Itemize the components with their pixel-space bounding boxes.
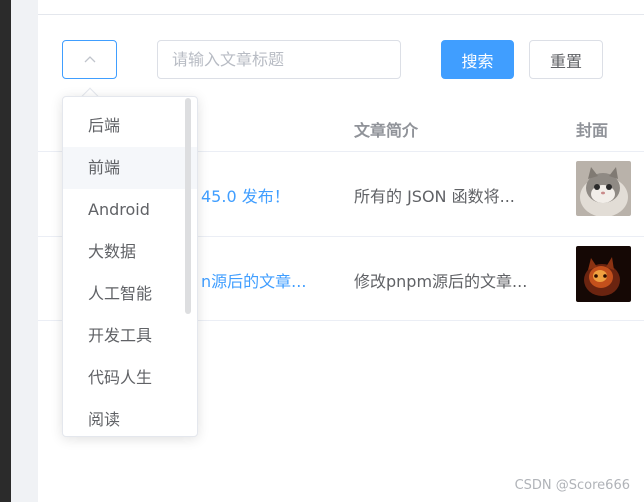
cover-image — [576, 246, 631, 302]
dropdown-option[interactable]: 大数据 — [63, 231, 197, 273]
dropdown-option[interactable]: 代码人生 — [63, 357, 197, 399]
article-title-link[interactable]: 45.0 发布！ — [201, 183, 290, 207]
fire-cat-photo-icon — [576, 246, 631, 302]
article-title-link[interactable]: n源后的文章... — [201, 268, 306, 292]
reset-button[interactable]: 重置 — [529, 40, 603, 79]
column-header-intro: 文章简介 — [354, 121, 419, 140]
dropdown-option[interactable]: 后端 — [63, 105, 197, 147]
top-divider — [38, 14, 644, 15]
content-gutter — [11, 0, 38, 502]
dropdown-option[interactable]: 前端 — [63, 147, 197, 189]
left-dark-strip — [0, 0, 11, 502]
dropdown-option[interactable]: 阅读 — [63, 399, 197, 436]
category-dropdown: 后端 前端 Android 大数据 人工智能 开发工具 代码人生 阅读 — [62, 96, 198, 437]
search-button[interactable]: 搜索 — [441, 40, 514, 79]
category-select[interactable] — [62, 40, 117, 79]
chevron-up-icon — [84, 56, 96, 63]
article-intro: 修改pnpm源后的文章... — [354, 272, 528, 291]
cat-photo-icon — [576, 161, 631, 216]
dropdown-option[interactable]: 人工智能 — [63, 273, 197, 315]
dropdown-option[interactable]: Android — [63, 189, 197, 231]
dropdown-scrollbar[interactable] — [185, 98, 191, 314]
watermark: CSDN @Score666 — [514, 478, 630, 493]
article-intro: 所有的 JSON 函数将... — [354, 187, 515, 206]
search-input[interactable] — [157, 40, 401, 79]
column-header-cover: 封面 — [576, 121, 609, 140]
cover-image — [576, 161, 631, 216]
dropdown-option[interactable]: 开发工具 — [63, 315, 197, 357]
